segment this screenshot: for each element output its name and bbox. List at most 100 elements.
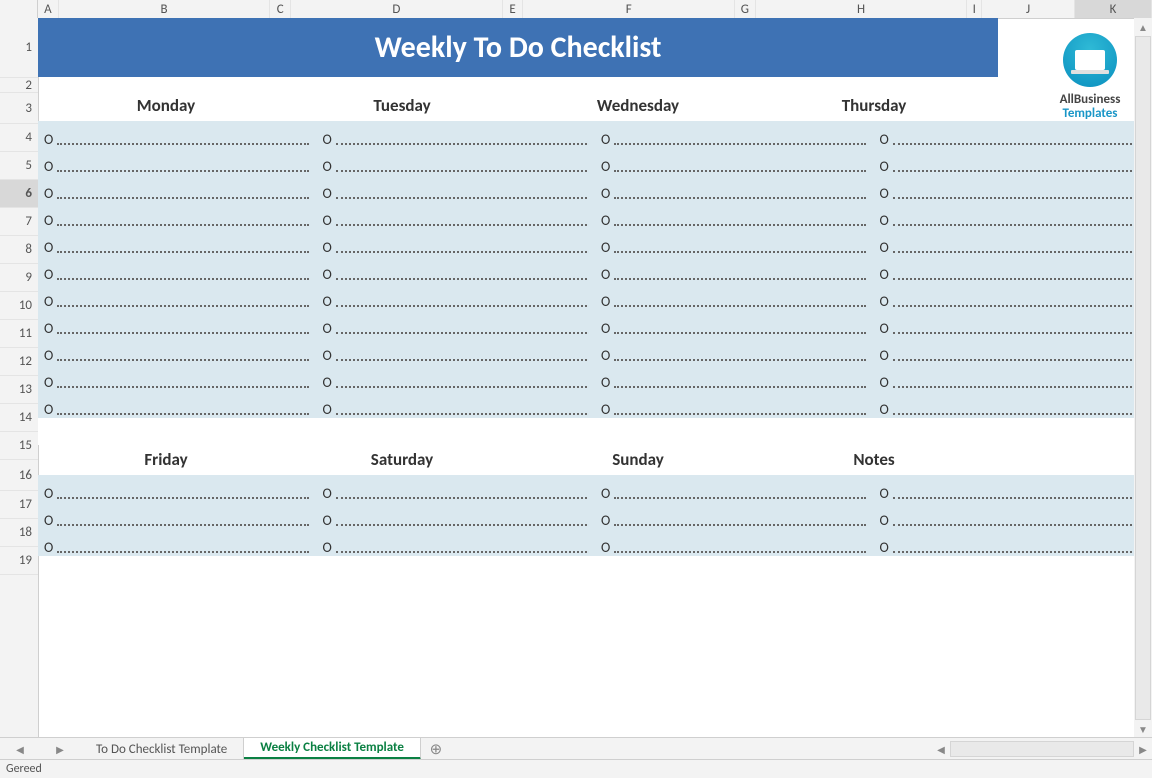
column-header-D[interactable]: D (291, 0, 503, 18)
task-line[interactable] (336, 332, 587, 334)
task-line[interactable] (893, 551, 1144, 553)
task-line[interactable] (614, 386, 865, 388)
task-line[interactable] (336, 359, 587, 361)
row-header-19[interactable]: 19 (0, 547, 38, 575)
task-line[interactable] (57, 386, 308, 388)
task-cell[interactable]: O (874, 239, 1152, 256)
task-line[interactable] (57, 224, 308, 226)
task-cell[interactable]: O (317, 131, 596, 148)
column-header-B[interactable]: B (59, 0, 271, 18)
task-line[interactable] (614, 305, 865, 307)
row-header-6[interactable]: 6 (0, 180, 38, 208)
row-header-11[interactable]: 11 (0, 320, 38, 348)
task-cell[interactable]: O (874, 185, 1152, 202)
select-all-corner[interactable] (0, 0, 38, 18)
task-line[interactable] (57, 413, 308, 415)
scroll-down-icon[interactable]: ▼ (1134, 720, 1152, 738)
task-cell[interactable]: O (874, 158, 1152, 175)
task-line[interactable] (57, 197, 308, 199)
worksheet-area[interactable]: Weekly To Do ChecklistMondayTuesdayWedne… (38, 18, 1152, 738)
task-cell[interactable]: O (595, 212, 874, 229)
task-line[interactable] (57, 551, 308, 553)
row-header-8[interactable]: 8 (0, 236, 38, 264)
task-cell[interactable]: O (317, 539, 596, 556)
row-header-7[interactable]: 7 (0, 208, 38, 236)
task-cell[interactable]: O (317, 239, 596, 256)
row-header-9[interactable]: 9 (0, 264, 38, 292)
row-header-10[interactable]: 10 (0, 292, 38, 320)
column-header-H[interactable]: H (756, 0, 968, 18)
task-line[interactable] (893, 197, 1144, 199)
task-cell[interactable]: O (38, 158, 317, 175)
row-header-1[interactable]: 1 (0, 18, 38, 78)
task-line[interactable] (614, 224, 865, 226)
add-sheet-button[interactable]: ⊕ (421, 738, 451, 760)
column-header-E[interactable]: E (503, 0, 524, 18)
task-cell[interactable]: O (317, 374, 596, 391)
task-cell[interactable]: O (595, 539, 874, 556)
task-cell[interactable]: O (874, 320, 1152, 337)
sheet-tab[interactable]: To Do Checklist Template (80, 738, 244, 760)
row-header-5[interactable]: 5 (0, 152, 38, 180)
task-line[interactable] (893, 497, 1144, 499)
row-header-13[interactable]: 13 (0, 376, 38, 404)
task-line[interactable] (893, 143, 1144, 145)
task-line[interactable] (57, 251, 308, 253)
task-line[interactable] (336, 305, 587, 307)
task-cell[interactable]: O (38, 512, 317, 529)
column-header-J[interactable]: J (982, 0, 1075, 18)
task-cell[interactable]: O (317, 158, 596, 175)
task-cell[interactable]: O (874, 374, 1152, 391)
row-header-3[interactable]: 3 (0, 93, 38, 124)
task-cell[interactable]: O (317, 293, 596, 310)
task-cell[interactable]: O (38, 185, 317, 202)
column-header-A[interactable]: A (38, 0, 59, 18)
task-line[interactable] (336, 278, 587, 280)
task-cell[interactable]: O (317, 266, 596, 283)
task-line[interactable] (57, 497, 308, 499)
task-line[interactable] (893, 170, 1144, 172)
scroll-right-icon[interactable]: ▶ (1134, 740, 1152, 758)
task-cell[interactable]: O (874, 401, 1152, 418)
task-cell[interactable]: O (38, 293, 317, 310)
task-line[interactable] (336, 251, 587, 253)
task-cell[interactable]: O (38, 266, 317, 283)
task-line[interactable] (893, 413, 1144, 415)
task-line[interactable] (893, 251, 1144, 253)
task-line[interactable] (336, 197, 587, 199)
task-cell[interactable]: O (595, 512, 874, 529)
task-line[interactable] (57, 278, 308, 280)
task-cell[interactable]: O (595, 293, 874, 310)
column-header-C[interactable]: C (270, 0, 291, 18)
task-line[interactable] (893, 305, 1144, 307)
task-cell[interactable]: O (38, 131, 317, 148)
task-line[interactable] (893, 332, 1144, 334)
task-line[interactable] (614, 170, 865, 172)
tab-nav-buttons[interactable]: ◀ ▶ (0, 738, 80, 760)
task-line[interactable] (336, 170, 587, 172)
task-cell[interactable]: O (595, 131, 874, 148)
row-header-14[interactable]: 14 (0, 404, 38, 432)
task-cell[interactable]: O (317, 185, 596, 202)
task-line[interactable] (893, 224, 1144, 226)
task-line[interactable] (57, 143, 308, 145)
task-line[interactable] (893, 386, 1144, 388)
task-cell[interactable]: O (874, 293, 1152, 310)
task-line[interactable] (57, 359, 308, 361)
task-cell[interactable]: O (317, 401, 596, 418)
row-header-2[interactable]: 2 (0, 78, 38, 93)
column-header-G[interactable]: G (735, 0, 756, 18)
task-line[interactable] (57, 332, 308, 334)
row-header-12[interactable]: 12 (0, 348, 38, 376)
scroll-up-icon[interactable]: ▲ (1134, 18, 1152, 36)
task-cell[interactable]: O (38, 401, 317, 418)
task-line[interactable] (614, 413, 865, 415)
task-cell[interactable]: O (595, 239, 874, 256)
scroll-v-track[interactable] (1135, 36, 1151, 720)
task-cell[interactable]: O (38, 485, 317, 502)
task-cell[interactable]: O (38, 212, 317, 229)
tab-next-icon[interactable]: ▶ (56, 743, 64, 756)
task-line[interactable] (614, 359, 865, 361)
task-cell[interactable]: O (38, 320, 317, 337)
task-cell[interactable]: O (874, 266, 1152, 283)
